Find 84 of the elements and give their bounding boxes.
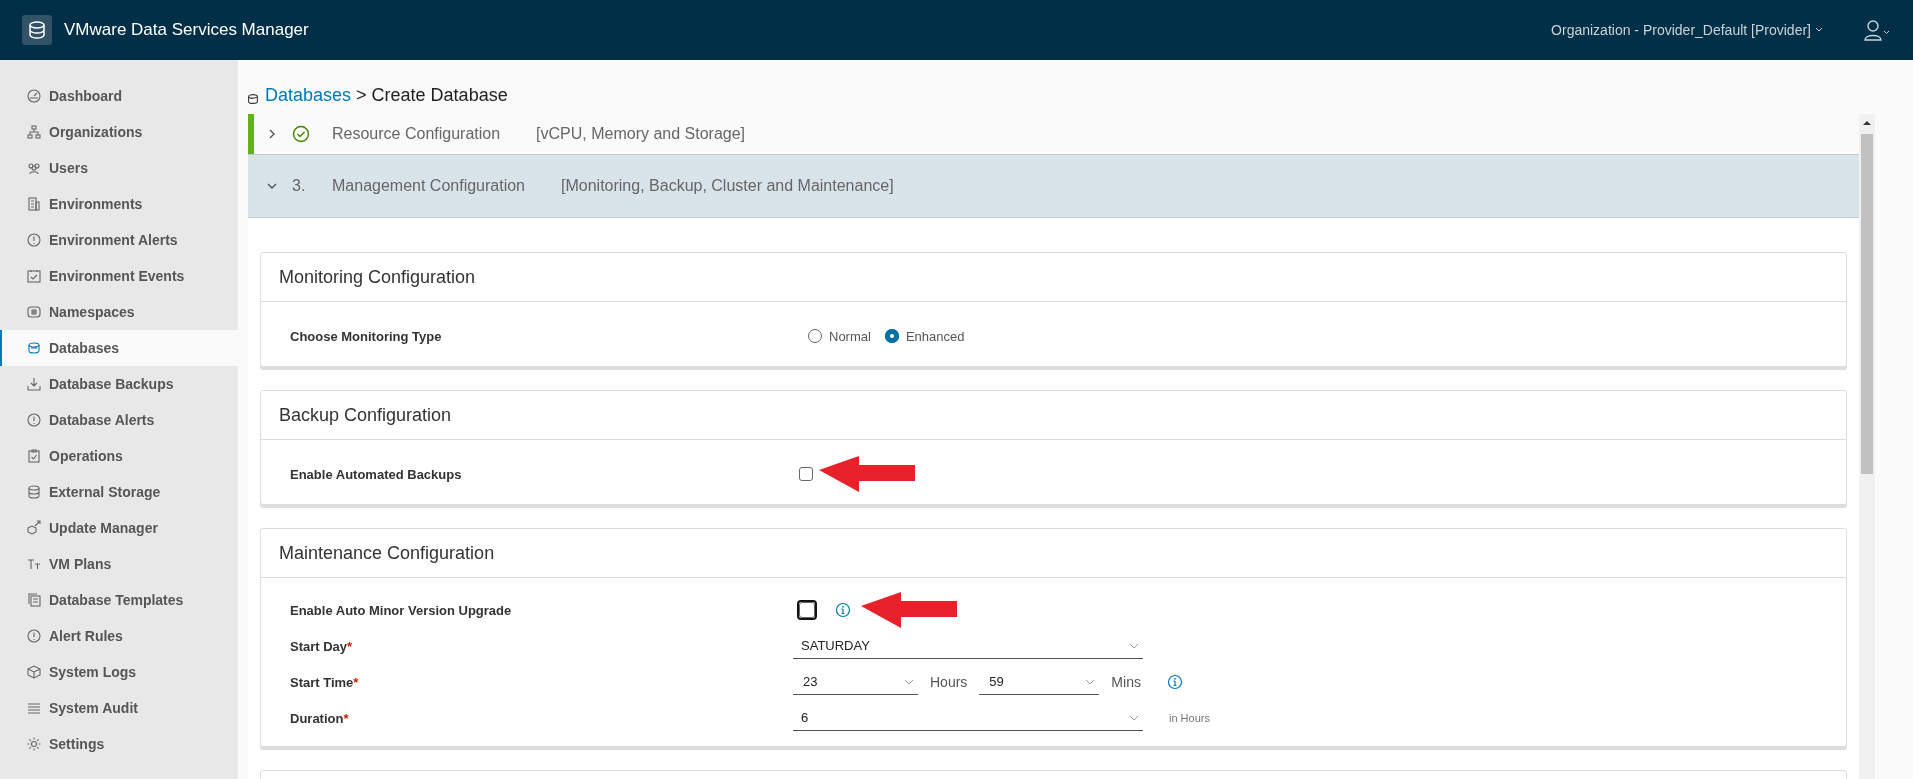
field-label: Duration* (289, 710, 350, 726)
list-icon (26, 700, 42, 716)
sidebar-item[interactable]: Database Alerts (0, 402, 238, 438)
field-label: Start Time* (289, 674, 360, 690)
sidebar-item[interactable]: Dashboard (0, 78, 238, 114)
caret-icon (1815, 27, 1823, 33)
field-label: Start Day* (289, 638, 354, 654)
info-icon[interactable] (835, 602, 851, 618)
step-subtitle: [Monitoring, Backup, Cluster and Maintenance] (561, 177, 894, 195)
clipboard-check-icon (26, 448, 42, 464)
sidebar-item[interactable]: Settings (0, 726, 238, 762)
step-number: 3. (292, 177, 307, 195)
sidebar-item[interactable]: Database Backups (0, 366, 238, 402)
alert-icon (26, 412, 42, 428)
card-title: Monitoring Configuration (261, 253, 1846, 302)
field-label: Enable Auto Minor Version Upgrade (289, 602, 513, 618)
download-tray-icon (26, 376, 42, 392)
breadcrumb-separator: > (356, 85, 367, 106)
start-day-select[interactable]: SATURDAY (793, 633, 1143, 659)
field-label: Choose Monitoring Type (289, 328, 443, 344)
checkbox[interactable] (799, 467, 813, 481)
step-title: Resource Configuration (332, 125, 501, 143)
sidebar-item[interactable]: External Storage (0, 474, 238, 510)
unit-hint: in Hours (1169, 712, 1210, 724)
gauge-icon (26, 88, 42, 104)
hierarchy-icon (26, 124, 42, 140)
step-subtitle: [vCPU, Memory and Storage] (536, 125, 746, 143)
caret-icon (904, 678, 914, 685)
sidebar-item[interactable]: Update Manager (0, 510, 238, 546)
database-logo-icon (22, 15, 52, 45)
duration-select[interactable]: 6 (793, 705, 1143, 731)
building-icon (26, 196, 42, 212)
sidebar-item[interactable]: Environment Alerts (0, 222, 238, 258)
user-menu-button[interactable] (1863, 19, 1891, 41)
card-title: Maintenance Configuration (261, 529, 1846, 578)
radio-button[interactable] (808, 329, 822, 343)
unit-label: Mins (1111, 674, 1141, 690)
database-icon (26, 340, 42, 356)
alert-icon (26, 232, 42, 248)
radio-button[interactable] (884, 329, 899, 343)
scrollbar[interactable] (1859, 114, 1875, 779)
sidebar-item[interactable]: Database Templates (0, 582, 238, 618)
check-circle-icon (292, 125, 310, 143)
field-label: Enable Automated Backups (289, 466, 463, 482)
database-icon (246, 92, 260, 106)
breadcrumb-link[interactable]: Databases (265, 85, 352, 106)
app-title: VMware Data Services Manager (64, 20, 309, 40)
minutes-select[interactable]: 59 (979, 669, 1100, 695)
settings-icon (26, 736, 42, 752)
radio-option[interactable]: Enhanced (884, 328, 965, 344)
people-icon (26, 160, 42, 176)
grid-box-icon (26, 304, 42, 320)
sidebar-item[interactable]: Operations (0, 438, 238, 474)
breadcrumb-current: Create Database (371, 85, 508, 106)
sidebar-item[interactable]: Environment Events (0, 258, 238, 294)
scroll-up-icon[interactable] (1863, 120, 1871, 126)
hours-select[interactable]: 23 (793, 669, 918, 695)
info-icon[interactable] (1166, 674, 1183, 690)
sidebar-item[interactable]: Databases (0, 330, 238, 366)
sidebar-item[interactable]: VM Plans (0, 546, 238, 582)
step-title: Management Configuration (332, 177, 525, 195)
card-title: Backup Configuration (261, 391, 1846, 440)
sidebar-item[interactable]: Namespaces (0, 294, 238, 330)
caret-icon (1129, 642, 1139, 649)
organization-dropdown[interactable]: Organization - Provider_Default [Provider] (1551, 22, 1823, 38)
database-stack-icon (26, 484, 42, 500)
alert-icon (26, 628, 42, 644)
calendar-check-icon (26, 268, 42, 284)
caret-icon (1085, 678, 1096, 685)
scrollbar-thumb[interactable] (1861, 134, 1873, 474)
step-header[interactable]: 3. Management Configuration [Monitoring, Backup, Cluster and Maintenance] (248, 154, 1859, 218)
radio-option[interactable]: Normal (808, 328, 871, 344)
text-size-icon (26, 556, 42, 572)
sidebar-item[interactable]: Organizations (0, 114, 238, 150)
sidebar-item[interactable]: System Logs (0, 654, 238, 690)
sidebar-item[interactable]: Environments (0, 186, 238, 222)
documents-icon (26, 592, 42, 608)
cube-arrow-icon (26, 520, 42, 536)
caret-icon (1129, 714, 1139, 721)
sidebar-item[interactable]: Users (0, 150, 238, 186)
sidebar-item[interactable]: Alert Rules (0, 618, 238, 654)
sidebar-item[interactable]: System Audit (0, 690, 238, 726)
unit-label: Hours (930, 674, 968, 690)
cube-icon (26, 664, 42, 680)
